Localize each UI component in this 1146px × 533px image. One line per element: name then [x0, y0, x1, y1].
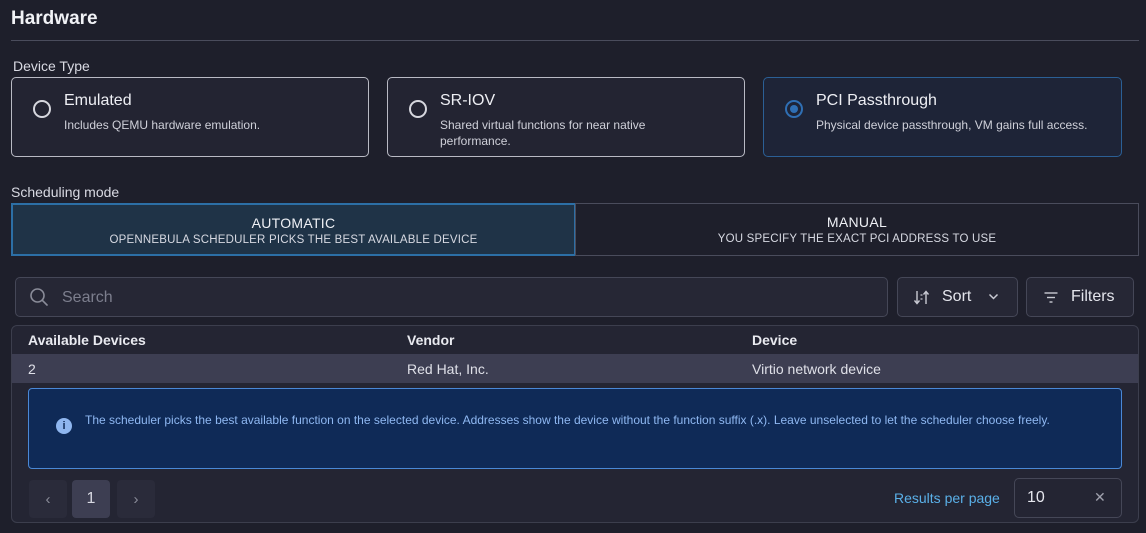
- scheduling-option-title: MANUAL: [826, 214, 888, 230]
- device-type-option-pci-passthrough[interactable]: PCI Passthrough Physical device passthro…: [763, 77, 1122, 157]
- cell-available-devices: 2: [28, 361, 36, 377]
- clear-icon[interactable]: ✕: [1094, 489, 1106, 506]
- filter-icon: [1044, 292, 1058, 303]
- option-description: Physical device passthrough, VM gains fu…: [816, 118, 1088, 132]
- filters-button[interactable]: Filters: [1026, 277, 1134, 317]
- scheduling-option-subtitle: OPENNEBULA SCHEDULER PICKS THE BEST AVAI…: [109, 234, 478, 246]
- title-divider: [11, 40, 1139, 41]
- radio-unchecked-icon[interactable]: [33, 100, 51, 118]
- info-text: The scheduler picks the best available f…: [85, 413, 1050, 427]
- results-per-page-label: Results per page: [894, 490, 1000, 506]
- scheduling-manual-button[interactable]: MANUAL YOU SPECIFY THE EXACT PCI ADDRESS…: [575, 203, 1139, 256]
- scheduling-option-title: AUTOMATIC: [251, 215, 336, 231]
- chevron-left-icon: ‹: [45, 490, 51, 508]
- option-title: Emulated: [64, 92, 132, 109]
- page-button-current[interactable]: 1: [72, 480, 110, 518]
- page-title: Hardware: [11, 8, 98, 29]
- sort-button[interactable]: Sort: [897, 277, 1018, 317]
- scheduling-mode-label: Scheduling mode: [11, 184, 120, 200]
- option-title: SR-IOV: [440, 92, 496, 109]
- previous-page-button[interactable]: ‹: [29, 480, 67, 518]
- table-row[interactable]: 2 Red Hat, Inc. Virtio network device: [12, 354, 1138, 383]
- scheduling-automatic-button[interactable]: AUTOMATIC OPENNEBULA SCHEDULER PICKS THE…: [11, 203, 576, 256]
- device-type-option-emulated[interactable]: Emulated Includes QEMU hardware emulatio…: [11, 77, 369, 157]
- column-header-vendor[interactable]: Vendor: [407, 332, 454, 348]
- device-type-option-sriov[interactable]: SR-IOV Shared virtual functions for near…: [387, 77, 745, 157]
- radio-unchecked-icon[interactable]: [409, 100, 427, 118]
- column-header-device[interactable]: Device: [752, 332, 797, 348]
- chevron-right-icon: ›: [133, 490, 139, 508]
- results-per-page-value: 10: [1027, 489, 1045, 506]
- info-icon: i: [56, 418, 72, 434]
- option-description: Shared virtual functions for near native…: [440, 118, 646, 148]
- cell-vendor: Red Hat, Inc.: [407, 361, 489, 377]
- radio-checked-icon[interactable]: [785, 100, 803, 118]
- option-description: Includes QEMU hardware emulation.: [64, 118, 261, 132]
- results-per-page-select[interactable]: 10 ✕: [1014, 478, 1122, 518]
- cell-device: Virtio network device: [752, 361, 881, 377]
- devices-table: Available Devices Vendor Device 2 Red Ha…: [11, 325, 1139, 523]
- column-header-available-devices[interactable]: Available Devices: [28, 332, 146, 348]
- info-alert: i The scheduler picks the best available…: [28, 388, 1122, 469]
- filters-label: Filters: [1071, 288, 1115, 305]
- chevron-down-icon: [988, 293, 999, 300]
- search-icon: [30, 288, 48, 306]
- scheduling-option-subtitle: YOU SPECIFY THE EXACT PCI ADDRESS TO USE: [717, 233, 997, 245]
- option-title: PCI Passthrough: [816, 92, 937, 109]
- sort-label: Sort: [942, 288, 972, 305]
- search-input[interactable]: [60, 278, 864, 318]
- search-box[interactable]: [15, 277, 888, 318]
- sort-icon: [914, 290, 930, 305]
- device-type-label: Device Type: [13, 58, 90, 74]
- next-page-button[interactable]: ›: [117, 480, 155, 518]
